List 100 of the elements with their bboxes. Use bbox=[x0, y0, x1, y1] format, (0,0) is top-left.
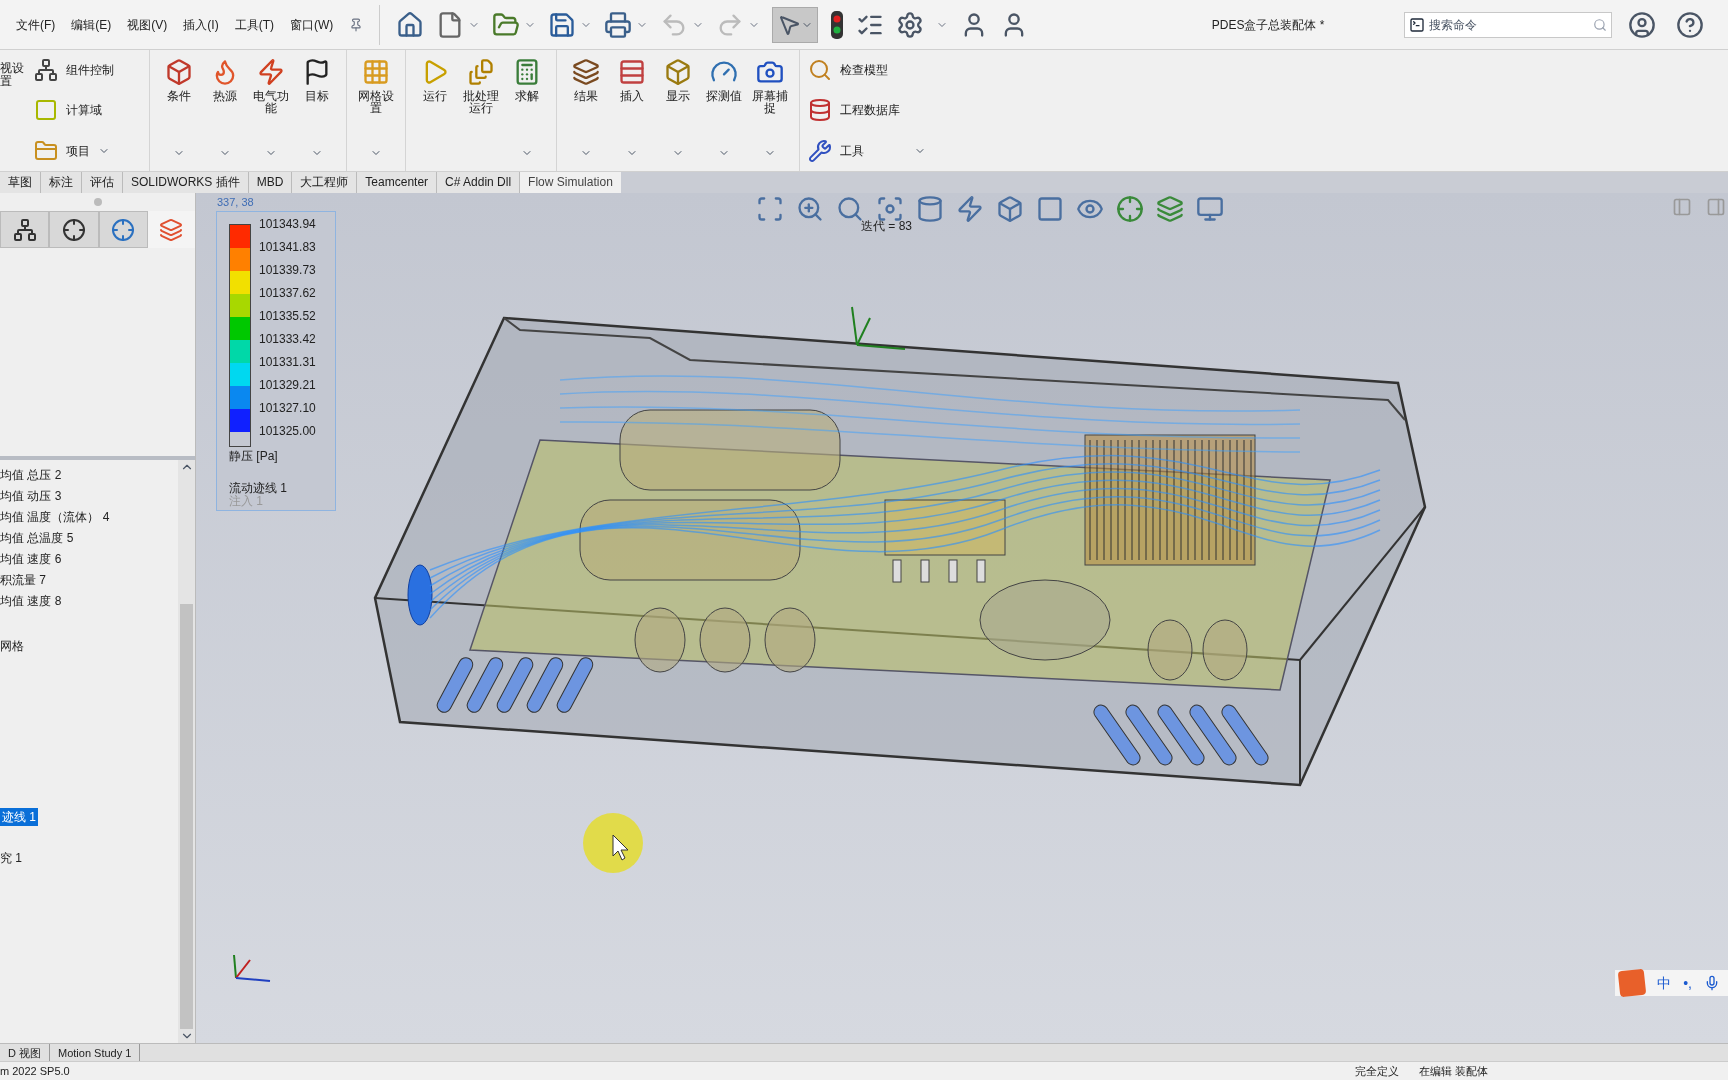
search-icon[interactable] bbox=[1593, 17, 1607, 32]
grid-icon[interactable] bbox=[362, 58, 390, 86]
ribbon-tab[interactable]: C# Addin Dll bbox=[437, 172, 521, 193]
file-stack-icon[interactable] bbox=[467, 58, 495, 86]
ime-punctuation[interactable]: •, bbox=[1683, 972, 1692, 994]
scrollbar-thumb[interactable] bbox=[180, 604, 193, 1029]
lightning-icon[interactable] bbox=[257, 58, 285, 86]
axis-triad-icon bbox=[851, 306, 906, 350]
legend-value: 101329.21 bbox=[259, 378, 316, 394]
ribbon-button[interactable]: 电气功能 bbox=[251, 90, 291, 114]
ribbon-tab[interactable]: 草图 bbox=[0, 172, 41, 193]
iteration-label: 迭代 = 83 bbox=[861, 218, 913, 235]
folder-icon[interactable] bbox=[34, 138, 58, 163]
ribbon-item[interactable]: 项目 bbox=[66, 141, 90, 160]
menu-item[interactable]: 工具(T) bbox=[234, 15, 274, 34]
tree-icon bbox=[12, 217, 37, 242]
legend-value: 101335.52 bbox=[259, 309, 316, 325]
tree-item[interactable]: 迹线 1 bbox=[0, 807, 38, 826]
ribbon-item[interactable]: 组件控制 bbox=[66, 61, 114, 80]
menu-item[interactable]: 编辑(E) bbox=[71, 15, 112, 34]
legend-value: 101331.31 bbox=[259, 355, 316, 371]
wrench-icon[interactable] bbox=[808, 138, 832, 163]
ribbon-button[interactable]: 屏幕捕捉 bbox=[750, 90, 790, 114]
tree-item[interactable]: 究 1 bbox=[0, 848, 22, 867]
coordinate-readout: 337, 38 bbox=[217, 195, 254, 210]
microphone-icon[interactable] bbox=[1704, 975, 1720, 991]
ribbon-button[interactable]: 结果 bbox=[566, 90, 606, 102]
enclosure-model-drawing[interactable] bbox=[373, 316, 1427, 787]
database-icon[interactable] bbox=[808, 98, 832, 123]
menu-item[interactable]: 文件(F) bbox=[16, 15, 56, 34]
trace-label: 流动迹线 1 bbox=[229, 481, 288, 495]
layers-icon[interactable] bbox=[572, 58, 600, 86]
rows-icon[interactable] bbox=[618, 58, 646, 86]
panel-tab[interactable] bbox=[49, 211, 99, 248]
ribbon-button[interactable]: 探测值 bbox=[704, 90, 744, 102]
save-icon[interactable] bbox=[548, 10, 577, 39]
tree-item[interactable]: 积流量 7 bbox=[0, 570, 46, 589]
box-icon[interactable] bbox=[165, 58, 193, 86]
ribbon-tab[interactable]: 标注 bbox=[41, 172, 82, 193]
ribbon-item[interactable]: 计算域 bbox=[66, 101, 102, 120]
ribbon-button[interactable]: 求解 bbox=[507, 90, 547, 102]
panel-right-icon[interactable] bbox=[1706, 197, 1726, 217]
print-icon[interactable] bbox=[604, 10, 633, 39]
account-icon[interactable] bbox=[1628, 10, 1656, 39]
input-method-bar[interactable]: 中 •, bbox=[1615, 970, 1728, 996]
zoom-in-icon[interactable] bbox=[796, 195, 824, 223]
menu-item[interactable]: 插入(I) bbox=[183, 15, 219, 34]
tree-item[interactable]: 均值 温度（流体） 4 bbox=[0, 507, 110, 526]
legend-value: 101339.73 bbox=[259, 263, 316, 279]
grip-icon[interactable] bbox=[93, 198, 102, 206]
ribbon-button[interactable]: 插入 bbox=[612, 90, 652, 102]
panel-tab[interactable] bbox=[0, 211, 50, 248]
ribbon-item[interactable]: 检查模型 bbox=[840, 61, 906, 80]
axis-triad-icon bbox=[233, 954, 271, 982]
ribbon-tab[interactable]: MBD bbox=[248, 172, 293, 193]
ribbon-item[interactable]: 工具 bbox=[840, 141, 906, 160]
menu-item[interactable]: 窗口(W) bbox=[290, 15, 334, 34]
select-button[interactable] bbox=[772, 6, 819, 43]
legend-value: 101341.83 bbox=[259, 240, 316, 256]
tree-item[interactable]: 均值 速度 6 bbox=[0, 549, 62, 568]
ribbon-button[interactable]: 运行 bbox=[415, 90, 455, 102]
ribbon-button[interactable]: 显示 bbox=[658, 90, 698, 102]
traffic-light-icon[interactable] bbox=[830, 10, 845, 39]
hierarchy-icon[interactable] bbox=[34, 58, 58, 83]
search-input[interactable]: 搜索命令 bbox=[1429, 15, 1589, 34]
ribbon-button[interactable]: 条件 bbox=[159, 90, 199, 102]
ime-mode[interactable]: 中 bbox=[1657, 972, 1672, 994]
ribbon-button[interactable]: 热源 bbox=[205, 90, 245, 102]
window-title: PDES盒子总装配体 * bbox=[1211, 16, 1325, 34]
box-icon[interactable] bbox=[664, 58, 692, 86]
magnifier-icon[interactable] bbox=[808, 58, 832, 83]
pin-icon[interactable] bbox=[349, 17, 364, 32]
cursor-highlight-icon bbox=[583, 813, 643, 873]
help-icon[interactable] bbox=[1676, 10, 1704, 39]
monitor-icon[interactable] bbox=[1196, 195, 1224, 223]
legend-value: 101327.10 bbox=[259, 401, 316, 417]
tree-item[interactable]: 网格 bbox=[0, 636, 24, 655]
ribbon-tab[interactable]: Teamcenter bbox=[357, 172, 438, 193]
tree-item[interactable]: 均值 动压 3 bbox=[0, 486, 62, 505]
ribbon-tab[interactable]: Flow Simulation bbox=[520, 172, 621, 193]
zoom-fit-icon[interactable] bbox=[756, 195, 784, 223]
tree-item[interactable]: 均值 总压 2 bbox=[0, 465, 62, 484]
terminal-icon bbox=[1409, 16, 1425, 33]
ribbon-tab[interactable]: SOLIDWORKS 插件 bbox=[123, 172, 249, 193]
ribbon-button[interactable]: 网格设置 bbox=[356, 90, 396, 114]
view-orientation-icon[interactable] bbox=[996, 195, 1024, 223]
ribbon-button[interactable]: 目标 bbox=[297, 90, 337, 102]
legend-value: 101333.42 bbox=[259, 332, 316, 348]
ribbon-label[interactable]: 视设置 bbox=[0, 62, 26, 88]
settings-icon[interactable] bbox=[896, 10, 925, 39]
ribbon-item[interactable]: 工程数据库 bbox=[840, 101, 906, 120]
panel-left-icon[interactable] bbox=[1672, 197, 1692, 217]
menu-item[interactable]: 视图(V) bbox=[127, 15, 168, 34]
tree-item[interactable]: 均值 总温度 5 bbox=[0, 528, 74, 547]
ribbon-tab[interactable]: 评估 bbox=[82, 172, 123, 193]
ribbon-button[interactable]: 批处理运行 bbox=[461, 90, 501, 114]
home-icon[interactable] bbox=[396, 10, 425, 39]
ribbon-tab[interactable]: 大工程师 bbox=[292, 172, 358, 193]
search-bar[interactable]: 搜索命令 bbox=[1404, 11, 1612, 38]
tree-item[interactable]: 均值 速度 8 bbox=[0, 591, 62, 610]
